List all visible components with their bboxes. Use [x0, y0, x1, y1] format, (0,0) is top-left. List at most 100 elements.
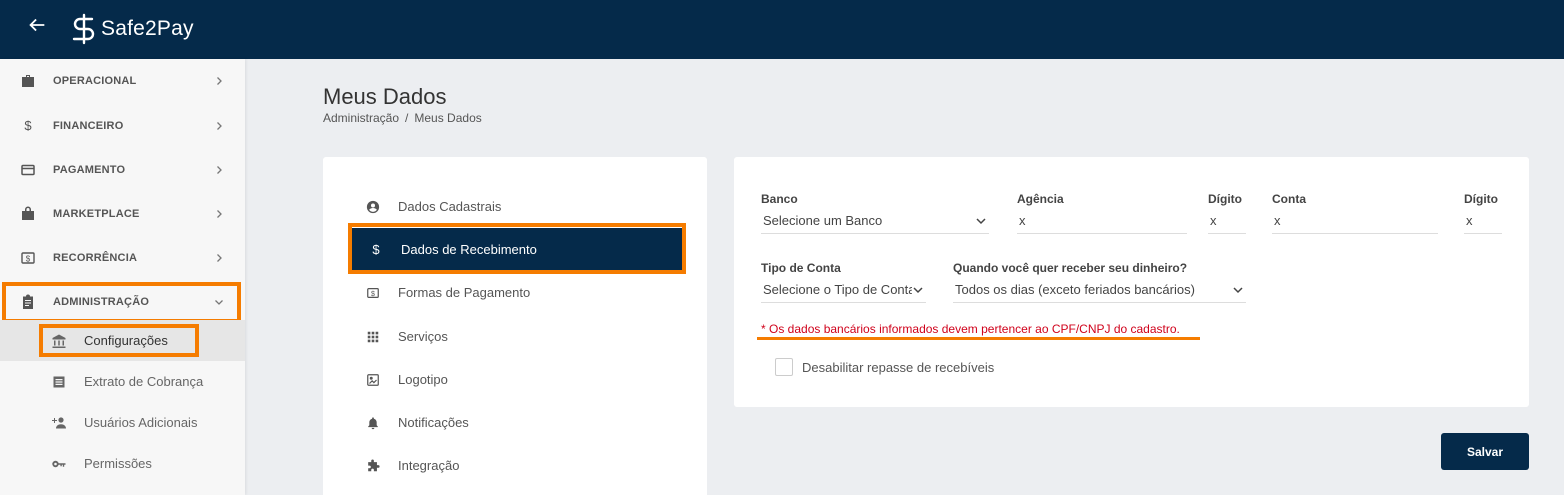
digito-conta-input[interactable]: x: [1464, 210, 1502, 234]
conta-label: Conta: [1272, 192, 1306, 206]
grid-icon: [367, 331, 379, 342]
quando-receber-select-value: Todos os dias (exceto feriados bancários…: [955, 282, 1195, 297]
shopping-bag-icon: [22, 206, 34, 220]
sidebar-subitem-label: Configurações: [84, 333, 168, 348]
sidebar-subitem-configuracoes[interactable]: Configurações: [0, 320, 245, 361]
quando-receber-select[interactable]: Todos os dias (exceto feriados bancários…: [953, 279, 1246, 303]
menu-item-label: Formas de Pagamento: [398, 285, 531, 300]
banco-select-value: Selecione um Banco: [763, 213, 883, 228]
breadcrumb-item-administracao[interactable]: Administração: [323, 111, 399, 125]
bell-icon: [368, 416, 378, 429]
sidebar-subitem-label: Usuários Adicionais: [84, 415, 198, 430]
digito-agencia-label: Dígito: [1208, 192, 1242, 206]
menu-item-dados-cadastrais[interactable]: Dados Cadastrais: [349, 185, 681, 228]
chevron-down-icon: [1233, 287, 1243, 294]
dollar-icon: $: [24, 118, 32, 133]
sidebar-item-marketplace[interactable]: MARKETPLACE: [0, 192, 245, 236]
bank-notice-text: * Os dados bancários informados devem pe…: [761, 322, 1180, 336]
dollar-box-icon: $: [21, 252, 35, 264]
agencia-label: Agência: [1017, 192, 1064, 206]
agencia-field: Agência x: [1017, 192, 1187, 234]
menu-item-servicos[interactable]: Serviços: [349, 315, 681, 358]
brand-name: Safe2Pay: [101, 17, 194, 40]
breadcrumb-item-current: Meus Dados: [414, 111, 482, 125]
logo[interactable]: Safe2Pay: [70, 12, 194, 46]
sidebar-item-operacional[interactable]: OPERACIONAL: [0, 59, 245, 103]
dollar-box-icon: $: [367, 287, 379, 298]
dollar-icon: $: [372, 241, 380, 257]
key-icon: [52, 460, 66, 467]
menu-item-integracao[interactable]: Integração: [349, 444, 681, 487]
list-box-icon: [53, 376, 65, 387]
sidebar-item-financeiro[interactable]: $ FINANCEIRO: [0, 104, 245, 148]
clipboard-icon: [23, 294, 33, 309]
sidebar-subitem-permissoes[interactable]: Permissões: [0, 443, 245, 484]
menu-item-logotipo[interactable]: Logotipo: [349, 358, 681, 401]
agencia-input[interactable]: x: [1017, 210, 1187, 234]
tipo-conta-label: Tipo de Conta: [761, 261, 841, 275]
sidebar-item-label: ADMINISTRAÇÃO: [53, 296, 150, 308]
tipo-conta-field: Tipo de Conta Selecione o Tipo de Conta: [761, 261, 926, 303]
briefcase-icon: [22, 75, 34, 87]
user-circle-icon: [366, 200, 380, 213]
top-bar: Safe2Pay: [0, 0, 1564, 59]
menu-item-label: Serviços: [398, 329, 448, 344]
sidebar-item-label: MARKETPLACE: [53, 208, 140, 220]
menu-item-label: Logotipo: [398, 372, 448, 387]
banco-label: Banco: [761, 192, 798, 206]
menu-item-label: Notificações: [398, 415, 469, 430]
chevron-down-icon: [976, 218, 986, 225]
tipo-conta-select-value: Selecione o Tipo de Conta: [763, 282, 916, 297]
banco-field: Banco Selecione um Banco: [761, 192, 989, 234]
svg-text:$: $: [26, 255, 31, 264]
sidebar-item-pagamento[interactable]: PAGAMENTO: [0, 148, 245, 192]
sidebar-item-label: FINANCEIRO: [53, 120, 124, 132]
bank-icon: [52, 334, 66, 348]
quando-receber-field: Quando você quer receber seu dinheiro? T…: [953, 261, 1246, 303]
sidebar-item-label: PAGAMENTO: [53, 164, 126, 176]
sidebar-item-recorrencia[interactable]: $ RECORRÊNCIA: [0, 236, 245, 280]
quando-receber-label: Quando você quer receber seu dinheiro?: [953, 261, 1188, 275]
disable-transfer-label[interactable]: Desabilitar repasse de recebíveis: [802, 360, 994, 375]
puzzle-icon: [368, 458, 380, 471]
conta-input[interactable]: x: [1272, 210, 1438, 234]
sidebar-item-label: RECORRÊNCIA: [53, 252, 138, 264]
chevron-right-icon: [217, 122, 222, 130]
disable-transfer-checkbox[interactable]: [775, 358, 793, 376]
svg-text:$: $: [371, 291, 375, 298]
sidebar-item-administracao[interactable]: ADMINISTRAÇÃO: [0, 280, 245, 324]
add-user-icon: [52, 416, 66, 428]
breadcrumb: Administração / Meus Dados: [323, 111, 482, 125]
menu-item-notificacoes[interactable]: Notificações: [349, 401, 681, 444]
menu-item-formas-pagamento[interactable]: $ Formas de Pagamento: [349, 271, 681, 314]
menu-item-label: Dados Cadastrais: [398, 199, 502, 214]
digito-agencia-field: Dígito x: [1208, 192, 1246, 234]
save-button[interactable]: Salvar: [1441, 433, 1529, 470]
sidebar-item-label: OPERACIONAL: [53, 75, 137, 87]
sidebar-subitem-label: Permissões: [84, 456, 152, 471]
chevron-right-icon: [217, 77, 222, 85]
chevron-right-icon: [217, 254, 222, 262]
tipo-conta-select[interactable]: Selecione o Tipo de Conta: [761, 279, 926, 303]
chevron-right-icon: [217, 210, 222, 218]
breadcrumb-separator: /: [405, 111, 409, 125]
sidebar-subitem-extrato[interactable]: Extrato de Cobrança: [0, 361, 245, 402]
menu-item-dados-recebimento[interactable]: $ Dados de Recebimento: [352, 228, 684, 271]
banco-select[interactable]: Selecione um Banco: [761, 210, 989, 234]
chevron-down-icon: [912, 284, 924, 296]
credit-card-icon: [21, 164, 35, 176]
sidebar-subitem-label: Extrato de Cobrança: [84, 374, 204, 389]
digito-agencia-input[interactable]: x: [1208, 210, 1246, 234]
chevron-right-icon: [217, 166, 222, 174]
conta-field: Conta x: [1272, 192, 1438, 234]
menu-item-label: Integração: [398, 458, 460, 473]
sidebar-subitem-usuarios[interactable]: Usuários Adicionais: [0, 402, 245, 443]
back-arrow-icon[interactable]: [26, 14, 48, 36]
digito-conta-field: Dígito x: [1464, 192, 1502, 234]
notice-highlight-underline: [757, 337, 1200, 340]
digito-conta-label: Dígito: [1464, 192, 1498, 206]
chevron-down-icon: [215, 300, 223, 305]
image-icon: [367, 373, 379, 386]
safe2pay-logo-icon: [72, 13, 95, 45]
page-title: Meus Dados: [323, 84, 447, 109]
